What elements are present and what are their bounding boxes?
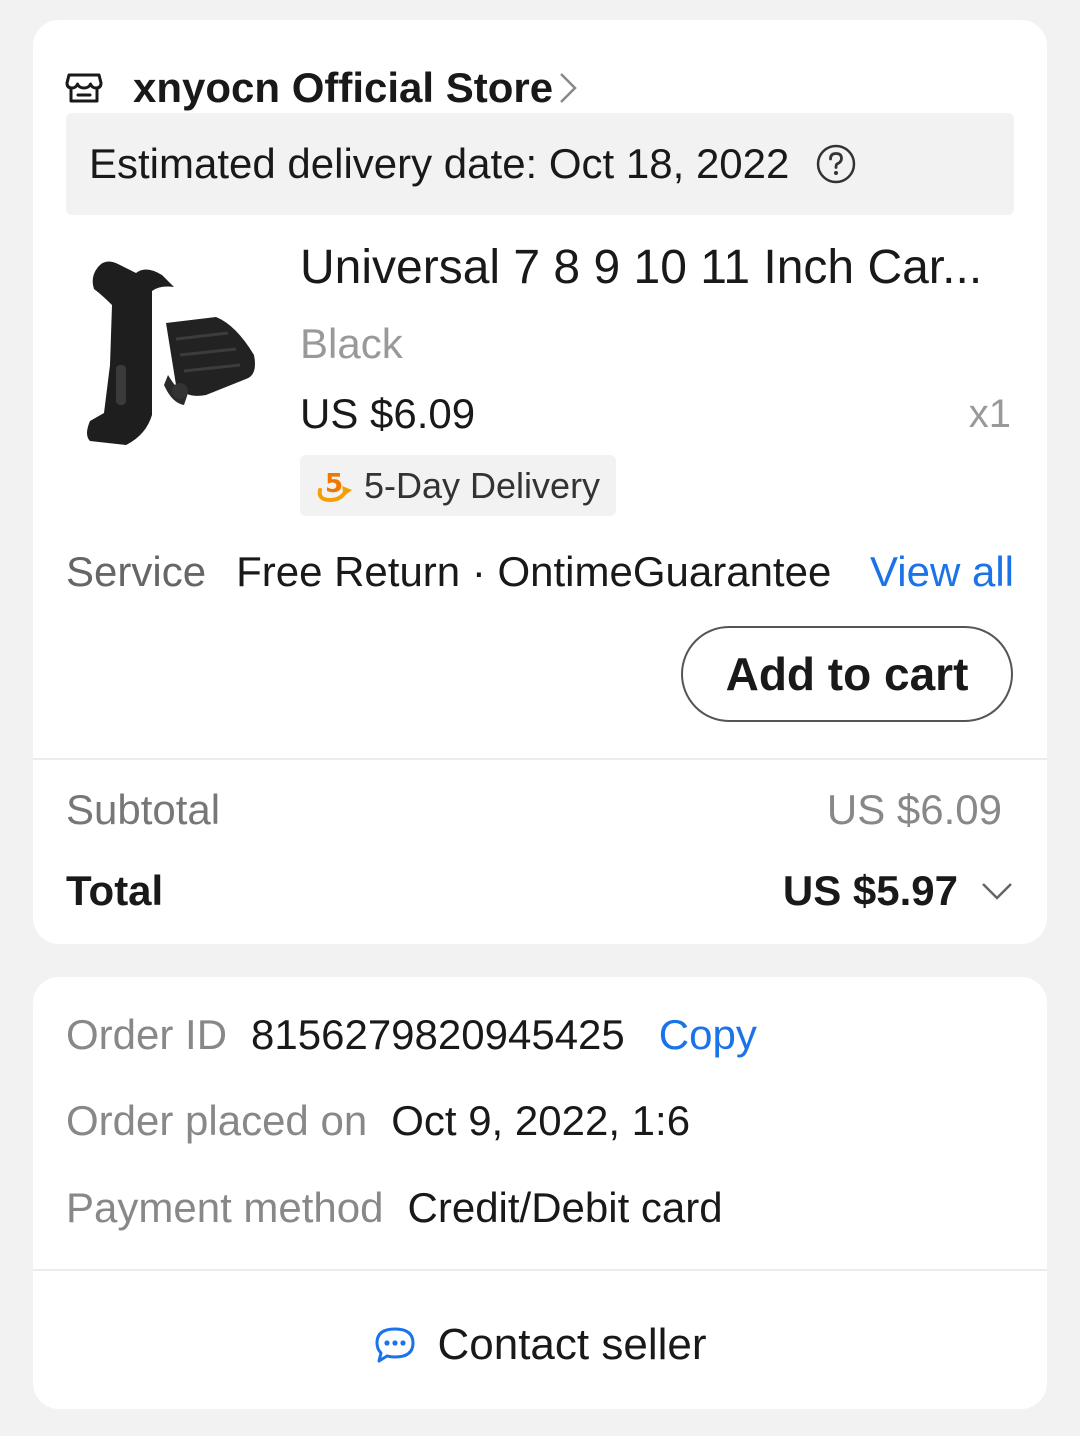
total-label: Total: [66, 867, 164, 914]
order-placed-row: Order placed on Oct 9, 2022, 1:6: [66, 1097, 690, 1145]
question-circle-icon[interactable]: [815, 143, 857, 185]
contact-seller-button[interactable]: Contact seller: [33, 1307, 1047, 1383]
contact-seller-label: Contact seller: [437, 1320, 707, 1369]
payment-method-value: Credit/Debit card: [407, 1184, 723, 1231]
payment-method-label: Payment method: [66, 1184, 384, 1231]
five-day-delivery-icon: 5: [314, 468, 354, 504]
subtotal-value: US $6.09: [826, 786, 1002, 833]
store-icon: [65, 71, 103, 105]
add-to-cart-button[interactable]: Add to cart: [681, 626, 1013, 722]
view-all-link[interactable]: View all: [870, 548, 1014, 596]
order-placed-value: Oct 9, 2022, 1:6: [391, 1097, 691, 1144]
total-value: US $5.97: [782, 867, 958, 914]
delivery-badge-text: 5-Day Delivery: [364, 464, 601, 506]
product-variant: Black: [300, 320, 403, 367]
order-placed-label: Order placed on: [66, 1097, 368, 1144]
product-thumbnail[interactable]: [76, 245, 266, 460]
order-id-label: Order ID: [66, 1011, 228, 1058]
delivery-badge: 5 5-Day Delivery: [300, 455, 617, 516]
estimated-delivery-text: Estimated delivery date: Oct 18, 2022: [89, 140, 790, 187]
subtotal-label: Subtotal: [66, 786, 221, 833]
service-row: Service Free Return · OntimeGuarantee Vi…: [66, 542, 1014, 602]
chat-bubble-icon: [373, 1325, 417, 1365]
order-card: xnyocn Official Store Estimated delivery…: [33, 20, 1047, 944]
total-row[interactable]: Total US $5.97: [66, 867, 1014, 915]
order-id-value: 8156279820945425: [251, 1011, 625, 1058]
chevron-down-icon[interactable]: [980, 880, 1014, 902]
svg-text:5: 5: [325, 469, 343, 499]
order-id-row: Order ID 8156279820945425 Copy: [66, 1011, 757, 1059]
estimated-delivery-banner: Estimated delivery date: Oct 18, 2022: [66, 113, 1014, 215]
product-quantity: x1: [968, 392, 1011, 436]
product-title[interactable]: Universal 7 8 9 10 11 Inch Car...: [300, 240, 1015, 295]
subtotal-row: Subtotal US $6.09: [66, 786, 1002, 834]
copy-order-id-button[interactable]: Copy: [659, 1011, 757, 1059]
chevron-right-icon: [557, 70, 579, 106]
divider: [33, 1269, 1047, 1271]
order-info-card: Order ID 8156279820945425 Copy Order pla…: [33, 977, 1047, 1409]
divider: [33, 758, 1047, 760]
service-label: Service: [66, 548, 207, 595]
store-name[interactable]: xnyocn Official Store: [133, 64, 553, 112]
payment-method-row: Payment method Credit/Debit card: [66, 1184, 723, 1232]
product-price: US $6.09: [300, 390, 476, 437]
service-value: Free Return · OntimeGuarantee: [236, 548, 832, 595]
